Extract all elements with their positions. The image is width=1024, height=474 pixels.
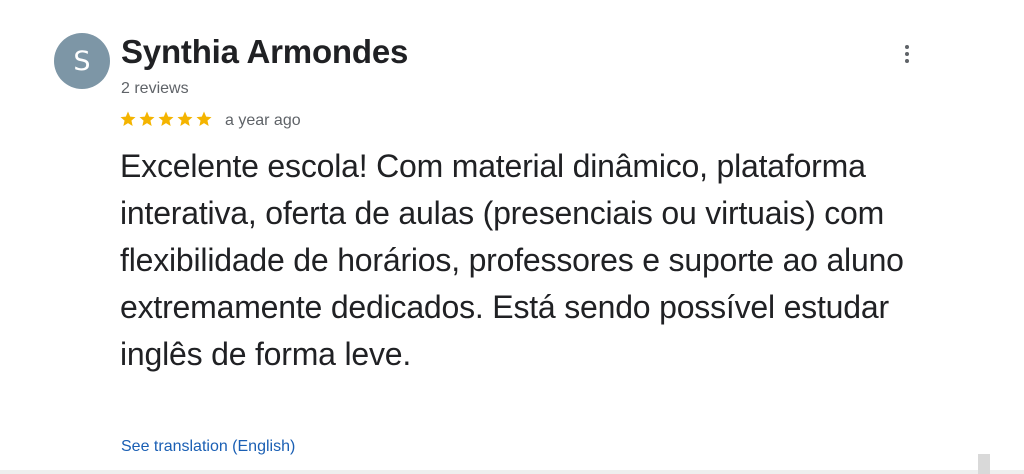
- avatar[interactable]: S: [54, 33, 110, 89]
- avatar-initial: S: [73, 45, 91, 77]
- review-card: S Synthia Armondes 2 reviews a year ago …: [0, 0, 1024, 474]
- more-vert-icon[interactable]: [893, 40, 921, 68]
- review-text: Excelente escola! Com material dinâmico,…: [120, 148, 904, 372]
- star-icon: [196, 111, 212, 126]
- menu-dot: [905, 52, 909, 56]
- star-rating: [119, 110, 213, 128]
- star-icon: [177, 111, 193, 126]
- scrollbar-thumb[interactable]: [978, 454, 990, 474]
- divider: [0, 470, 1024, 474]
- reviewer-name[interactable]: Synthia Armondes: [121, 33, 408, 71]
- menu-dot: [905, 45, 909, 49]
- star-icon: [120, 111, 136, 126]
- review-time: a year ago: [225, 112, 301, 129]
- star-icon: [158, 111, 174, 126]
- menu-dot: [905, 59, 909, 63]
- see-translation-link[interactable]: See translation (English): [121, 438, 295, 456]
- star-icon: [139, 111, 155, 126]
- review-count[interactable]: 2 reviews: [121, 80, 189, 98]
